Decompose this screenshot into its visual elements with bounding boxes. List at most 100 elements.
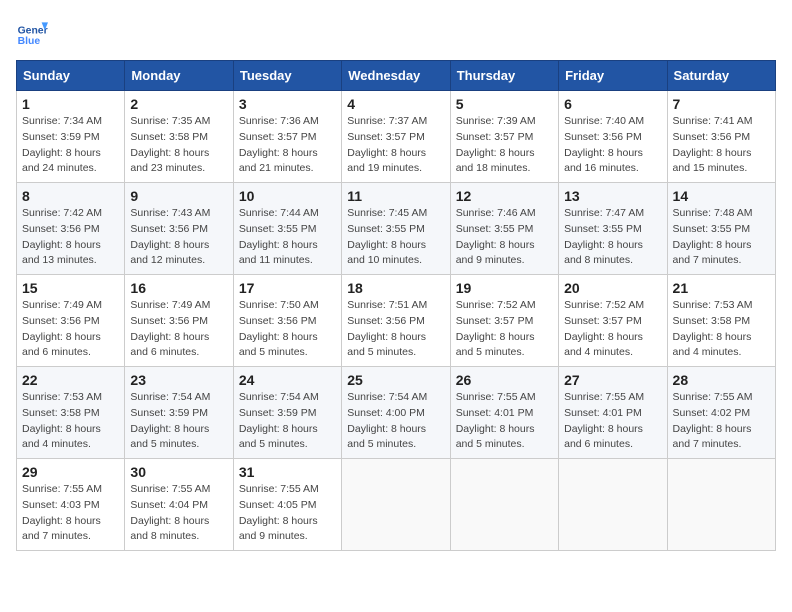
calendar-cell	[559, 459, 667, 551]
day-info: Sunrise: 7:39 AM Sunset: 3:57 PM Dayligh…	[456, 114, 553, 177]
day-number: 30	[130, 464, 227, 480]
logo: General Blue	[16, 16, 48, 48]
calendar-cell: 3 Sunrise: 7:36 AM Sunset: 3:57 PM Dayli…	[233, 91, 341, 183]
day-info: Sunrise: 7:55 AM Sunset: 4:04 PM Dayligh…	[130, 482, 227, 545]
calendar-cell: 5 Sunrise: 7:39 AM Sunset: 3:57 PM Dayli…	[450, 91, 558, 183]
calendar-week-5: 29 Sunrise: 7:55 AM Sunset: 4:03 PM Dayl…	[17, 459, 776, 551]
calendar-cell: 29 Sunrise: 7:55 AM Sunset: 4:03 PM Dayl…	[17, 459, 125, 551]
calendar-cell: 8 Sunrise: 7:42 AM Sunset: 3:56 PM Dayli…	[17, 183, 125, 275]
calendar-cell: 4 Sunrise: 7:37 AM Sunset: 3:57 PM Dayli…	[342, 91, 450, 183]
day-number: 2	[130, 96, 227, 112]
calendar-cell: 9 Sunrise: 7:43 AM Sunset: 3:56 PM Dayli…	[125, 183, 233, 275]
day-info: Sunrise: 7:40 AM Sunset: 3:56 PM Dayligh…	[564, 114, 661, 177]
day-info: Sunrise: 7:48 AM Sunset: 3:55 PM Dayligh…	[673, 206, 770, 269]
day-number: 29	[22, 464, 119, 480]
calendar-cell: 17 Sunrise: 7:50 AM Sunset: 3:56 PM Dayl…	[233, 275, 341, 367]
day-number: 25	[347, 372, 444, 388]
day-info: Sunrise: 7:36 AM Sunset: 3:57 PM Dayligh…	[239, 114, 336, 177]
calendar-cell: 30 Sunrise: 7:55 AM Sunset: 4:04 PM Dayl…	[125, 459, 233, 551]
day-number: 7	[673, 96, 770, 112]
day-number: 9	[130, 188, 227, 204]
day-info: Sunrise: 7:42 AM Sunset: 3:56 PM Dayligh…	[22, 206, 119, 269]
day-number: 3	[239, 96, 336, 112]
day-number: 27	[564, 372, 661, 388]
weekday-header-monday: Monday	[125, 61, 233, 91]
day-number: 20	[564, 280, 661, 296]
day-info: Sunrise: 7:52 AM Sunset: 3:57 PM Dayligh…	[456, 298, 553, 361]
day-number: 18	[347, 280, 444, 296]
calendar-cell: 1 Sunrise: 7:34 AM Sunset: 3:59 PM Dayli…	[17, 91, 125, 183]
calendar-cell: 13 Sunrise: 7:47 AM Sunset: 3:55 PM Dayl…	[559, 183, 667, 275]
day-info: Sunrise: 7:51 AM Sunset: 3:56 PM Dayligh…	[347, 298, 444, 361]
day-number: 5	[456, 96, 553, 112]
day-info: Sunrise: 7:43 AM Sunset: 3:56 PM Dayligh…	[130, 206, 227, 269]
day-info: Sunrise: 7:54 AM Sunset: 4:00 PM Dayligh…	[347, 390, 444, 453]
weekday-header-thursday: Thursday	[450, 61, 558, 91]
day-info: Sunrise: 7:54 AM Sunset: 3:59 PM Dayligh…	[130, 390, 227, 453]
day-info: Sunrise: 7:53 AM Sunset: 3:58 PM Dayligh…	[22, 390, 119, 453]
day-number: 22	[22, 372, 119, 388]
day-number: 4	[347, 96, 444, 112]
calendar-cell: 26 Sunrise: 7:55 AM Sunset: 4:01 PM Dayl…	[450, 367, 558, 459]
day-number: 24	[239, 372, 336, 388]
day-info: Sunrise: 7:54 AM Sunset: 3:59 PM Dayligh…	[239, 390, 336, 453]
calendar-cell: 28 Sunrise: 7:55 AM Sunset: 4:02 PM Dayl…	[667, 367, 775, 459]
day-number: 6	[564, 96, 661, 112]
weekday-header-friday: Friday	[559, 61, 667, 91]
calendar-cell: 6 Sunrise: 7:40 AM Sunset: 3:56 PM Dayli…	[559, 91, 667, 183]
day-number: 28	[673, 372, 770, 388]
day-info: Sunrise: 7:47 AM Sunset: 3:55 PM Dayligh…	[564, 206, 661, 269]
logo-icon: General Blue	[16, 16, 48, 48]
calendar-cell	[450, 459, 558, 551]
svg-text:General: General	[18, 26, 48, 37]
calendar-cell: 22 Sunrise: 7:53 AM Sunset: 3:58 PM Dayl…	[17, 367, 125, 459]
calendar-cell: 12 Sunrise: 7:46 AM Sunset: 3:55 PM Dayl…	[450, 183, 558, 275]
weekday-header-sunday: Sunday	[17, 61, 125, 91]
day-number: 11	[347, 188, 444, 204]
day-info: Sunrise: 7:44 AM Sunset: 3:55 PM Dayligh…	[239, 206, 336, 269]
day-info: Sunrise: 7:45 AM Sunset: 3:55 PM Dayligh…	[347, 206, 444, 269]
weekday-header-saturday: Saturday	[667, 61, 775, 91]
day-info: Sunrise: 7:49 AM Sunset: 3:56 PM Dayligh…	[22, 298, 119, 361]
day-info: Sunrise: 7:55 AM Sunset: 4:01 PM Dayligh…	[564, 390, 661, 453]
calendar-cell: 16 Sunrise: 7:49 AM Sunset: 3:56 PM Dayl…	[125, 275, 233, 367]
day-info: Sunrise: 7:50 AM Sunset: 3:56 PM Dayligh…	[239, 298, 336, 361]
calendar-cell: 31 Sunrise: 7:55 AM Sunset: 4:05 PM Dayl…	[233, 459, 341, 551]
calendar-week-3: 15 Sunrise: 7:49 AM Sunset: 3:56 PM Dayl…	[17, 275, 776, 367]
calendar-cell: 15 Sunrise: 7:49 AM Sunset: 3:56 PM Dayl…	[17, 275, 125, 367]
calendar-cell	[667, 459, 775, 551]
calendar-cell: 14 Sunrise: 7:48 AM Sunset: 3:55 PM Dayl…	[667, 183, 775, 275]
day-info: Sunrise: 7:55 AM Sunset: 4:02 PM Dayligh…	[673, 390, 770, 453]
day-number: 1	[22, 96, 119, 112]
day-info: Sunrise: 7:41 AM Sunset: 3:56 PM Dayligh…	[673, 114, 770, 177]
day-info: Sunrise: 7:49 AM Sunset: 3:56 PM Dayligh…	[130, 298, 227, 361]
calendar-cell	[342, 459, 450, 551]
calendar-cell: 7 Sunrise: 7:41 AM Sunset: 3:56 PM Dayli…	[667, 91, 775, 183]
calendar-cell: 18 Sunrise: 7:51 AM Sunset: 3:56 PM Dayl…	[342, 275, 450, 367]
calendar-cell: 2 Sunrise: 7:35 AM Sunset: 3:58 PM Dayli…	[125, 91, 233, 183]
day-number: 14	[673, 188, 770, 204]
weekday-header-wednesday: Wednesday	[342, 61, 450, 91]
calendar-week-1: 1 Sunrise: 7:34 AM Sunset: 3:59 PM Dayli…	[17, 91, 776, 183]
calendar-cell: 20 Sunrise: 7:52 AM Sunset: 3:57 PM Dayl…	[559, 275, 667, 367]
weekday-header-tuesday: Tuesday	[233, 61, 341, 91]
calendar-cell: 10 Sunrise: 7:44 AM Sunset: 3:55 PM Dayl…	[233, 183, 341, 275]
calendar-week-4: 22 Sunrise: 7:53 AM Sunset: 3:58 PM Dayl…	[17, 367, 776, 459]
day-number: 17	[239, 280, 336, 296]
day-number: 12	[456, 188, 553, 204]
day-info: Sunrise: 7:55 AM Sunset: 4:03 PM Dayligh…	[22, 482, 119, 545]
day-number: 13	[564, 188, 661, 204]
day-info: Sunrise: 7:46 AM Sunset: 3:55 PM Dayligh…	[456, 206, 553, 269]
calendar-cell: 21 Sunrise: 7:53 AM Sunset: 3:58 PM Dayl…	[667, 275, 775, 367]
day-number: 15	[22, 280, 119, 296]
day-info: Sunrise: 7:34 AM Sunset: 3:59 PM Dayligh…	[22, 114, 119, 177]
calendar-week-2: 8 Sunrise: 7:42 AM Sunset: 3:56 PM Dayli…	[17, 183, 776, 275]
day-number: 16	[130, 280, 227, 296]
day-number: 26	[456, 372, 553, 388]
calendar-cell: 19 Sunrise: 7:52 AM Sunset: 3:57 PM Dayl…	[450, 275, 558, 367]
calendar-cell: 24 Sunrise: 7:54 AM Sunset: 3:59 PM Dayl…	[233, 367, 341, 459]
calendar-table: SundayMondayTuesdayWednesdayThursdayFrid…	[16, 60, 776, 551]
day-number: 21	[673, 280, 770, 296]
day-info: Sunrise: 7:37 AM Sunset: 3:57 PM Dayligh…	[347, 114, 444, 177]
calendar-cell: 27 Sunrise: 7:55 AM Sunset: 4:01 PM Dayl…	[559, 367, 667, 459]
